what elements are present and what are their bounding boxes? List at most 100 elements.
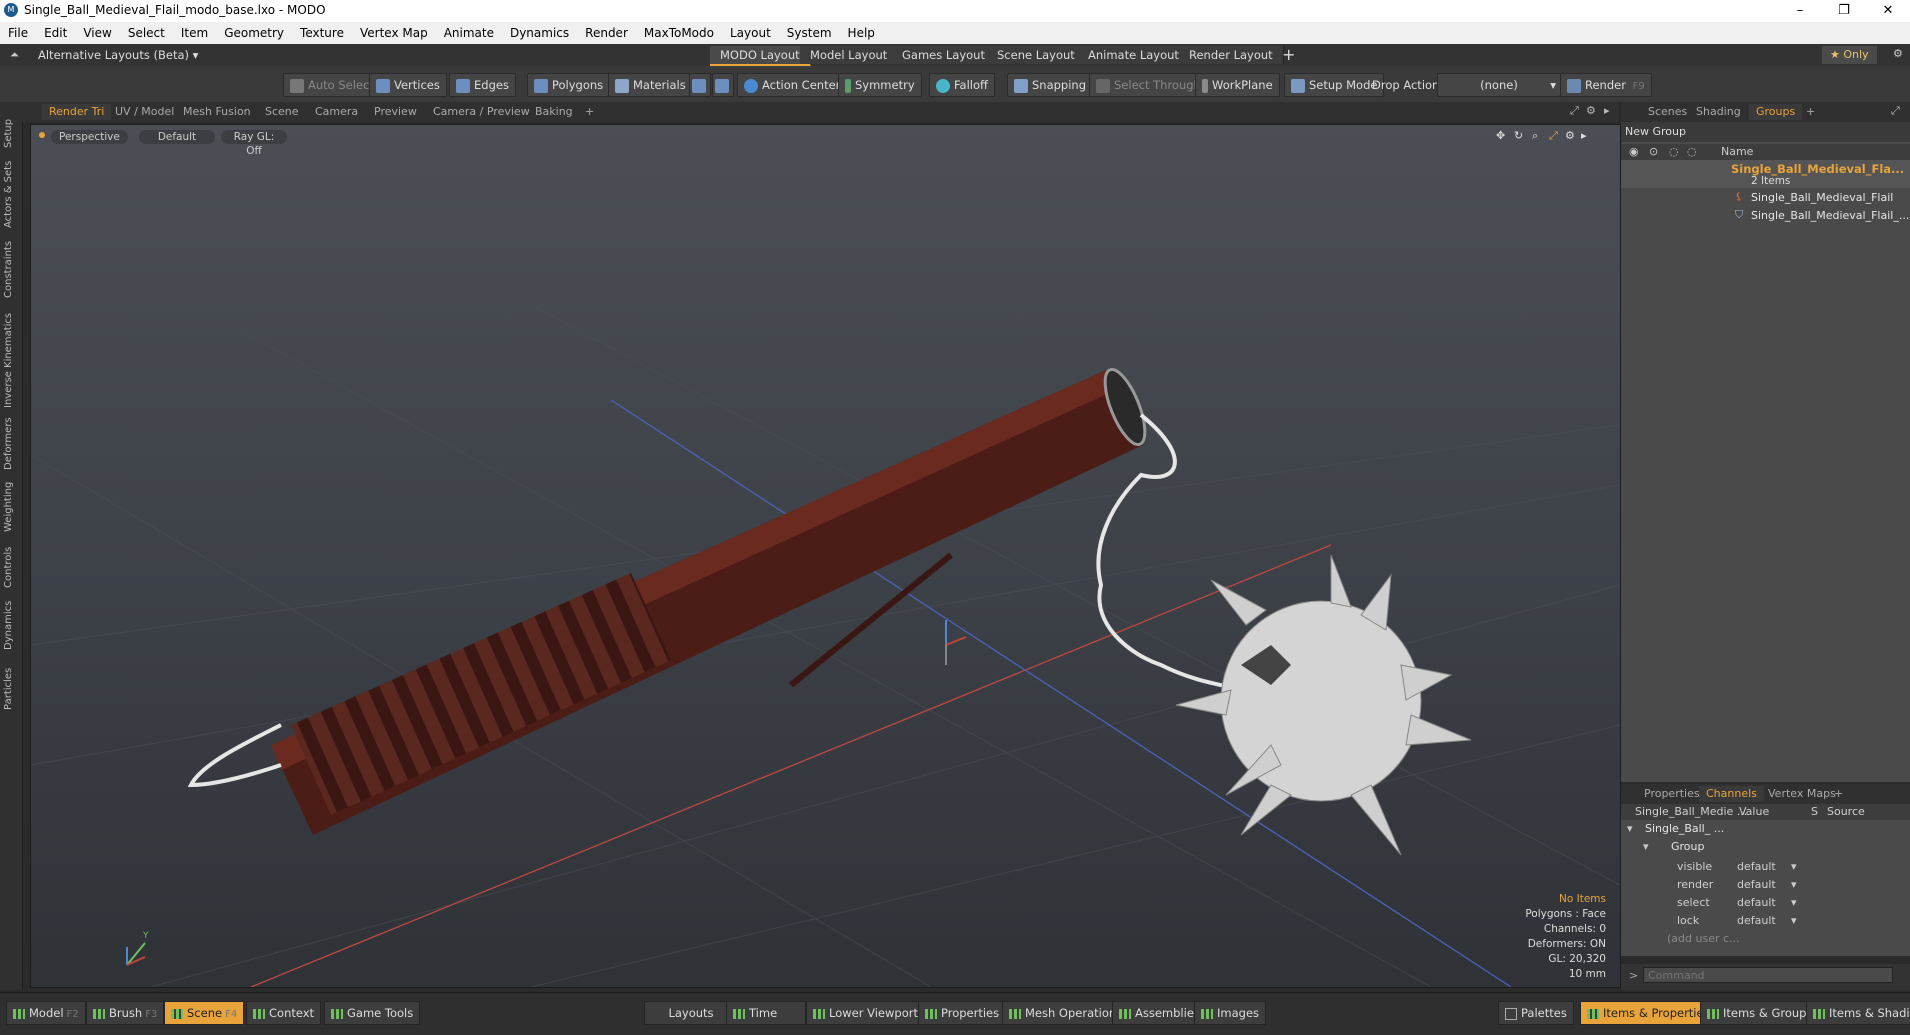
tab-groups[interactable]: Groups (1749, 104, 1803, 120)
tab-render-tri[interactable]: Render Tri (42, 104, 112, 120)
menu-system[interactable]: System (779, 22, 840, 44)
tab-baking[interactable]: Baking (528, 104, 580, 120)
vertices-button[interactable]: Vertices (369, 73, 447, 97)
menu-select[interactable]: Select (120, 22, 173, 44)
materials-button[interactable]: Materials (608, 73, 693, 97)
items-properties-button[interactable]: Items & Properties (1580, 1001, 1717, 1025)
time-button[interactable]: Time (726, 1001, 806, 1025)
only-toggle[interactable]: ★ Only (1822, 46, 1877, 64)
menu-file[interactable]: File (0, 22, 36, 44)
channel-lock-value[interactable]: default (1737, 914, 1776, 927)
add-channel-tab-button[interactable]: + (1827, 786, 1850, 802)
add-panel-tab-button[interactable]: + (1799, 104, 1822, 120)
gear-icon[interactable]: ⚙ (1893, 47, 1903, 60)
maximize-button[interactable]: ❐ (1822, 0, 1866, 22)
edges-button[interactable]: Edges (449, 73, 516, 97)
menu-edit[interactable]: Edit (36, 22, 75, 44)
chevron-right-icon[interactable]: ▸ (1604, 104, 1610, 117)
properties-button[interactable]: Properties (918, 1001, 1007, 1025)
vtab-weighting[interactable]: Weighting (3, 480, 19, 532)
chevron-down-icon[interactable]: ▾ (1791, 914, 1797, 927)
channel-render-value[interactable]: default (1737, 878, 1776, 891)
channel-row-visible[interactable]: visible default ▾ (1621, 858, 1910, 876)
add-user-channel[interactable]: (add user c... (1667, 932, 1740, 945)
lock-icon[interactable]: ⊙ (1649, 145, 1658, 158)
rotate-icon[interactable]: ↻ (1514, 129, 1523, 142)
chevron-down-icon[interactable]: ▾ (1791, 860, 1797, 873)
shading-dropdown[interactable]: Default (139, 130, 215, 144)
select-through-button[interactable]: Select Through (1089, 73, 1208, 97)
menu-layout[interactable]: Layout (722, 22, 779, 44)
menu-dynamics[interactable]: Dynamics (502, 22, 577, 44)
vtab-actors-sets[interactable]: Actors & Sets (3, 158, 19, 228)
zoom-icon[interactable]: ⌕ (1532, 129, 1538, 143)
tab-camera-preview[interactable]: Camera / Preview (426, 104, 537, 120)
raygl-toggle[interactable]: Ray GL: Off (221, 130, 287, 157)
tab-shading[interactable]: Shading (1689, 104, 1748, 120)
fit-view-icon[interactable]: ⤢ (1549, 129, 1558, 143)
tab-properties[interactable]: Properties (1637, 786, 1707, 802)
vtab-particles[interactable]: Particles (3, 660, 19, 710)
vtab-setup[interactable]: Setup (3, 108, 19, 148)
channel-item-name[interactable]: Single_Ball_ ... (1645, 822, 1724, 835)
channel-row-select[interactable]: select default ▾ (1621, 894, 1910, 912)
gear-icon[interactable]: ⚙ (1565, 129, 1575, 142)
select-mode-b-button[interactable] (712, 73, 734, 97)
auto-select-button[interactable]: Auto Select (283, 73, 381, 97)
falloff-button[interactable]: Falloff (929, 73, 995, 97)
tab-scene[interactable]: Scene (258, 104, 306, 120)
channel-row-render[interactable]: render default ▾ (1621, 876, 1910, 894)
chevron-down-icon[interactable]: ▾ (1791, 896, 1797, 909)
game-tools-button[interactable]: Game Tools (324, 1001, 421, 1025)
tab-preview[interactable]: Preview (367, 104, 424, 120)
tab-camera[interactable]: Camera (308, 104, 365, 120)
menu-view[interactable]: View (75, 22, 119, 44)
layouts-button[interactable]: Layouts (644, 1001, 738, 1025)
menu-geometry[interactable]: Geometry (216, 22, 292, 44)
render-button[interactable]: Render F9 (1560, 73, 1652, 97)
add-layout-button[interactable]: + (1282, 45, 1295, 64)
maximize-viewport-icon[interactable]: ⤢ (1570, 104, 1579, 118)
vtab-constraints[interactable]: Constraints (3, 238, 19, 298)
pan-icon[interactable]: ✥ (1496, 129, 1505, 142)
tab-uv-model[interactable]: UV / Model (108, 104, 181, 120)
add-tab-button[interactable]: + (578, 104, 601, 120)
expand-icon[interactable]: ▾ (1627, 822, 1633, 835)
3d-viewport[interactable]: Perspective Default Ray GL: Off ✥ ↻ ⌕ ⤢ … (30, 124, 1621, 988)
menu-vertex-map[interactable]: Vertex Map (352, 22, 436, 44)
snapping-button[interactable]: Snapping (1007, 73, 1094, 97)
layout-selector[interactable]: Alternative Layouts (Beta) ▾ (38, 48, 198, 62)
perspective-dropdown[interactable]: Perspective (51, 130, 128, 144)
channel-row-lock[interactable]: lock default ▾ (1621, 912, 1910, 930)
images-button[interactable]: Images (1194, 1001, 1267, 1025)
menu-texture[interactable]: Texture (292, 22, 352, 44)
minimize-button[interactable]: – (1778, 0, 1822, 22)
workplane-button[interactable]: WorkPlane (1195, 73, 1280, 97)
tab-render-layout[interactable]: Render Layout (1179, 46, 1284, 64)
eye-icon[interactable]: ◉ (1629, 145, 1639, 158)
tab-animate-layout[interactable]: Animate Layout (1078, 46, 1190, 64)
new-group-button[interactable]: New Group (1621, 122, 1910, 142)
tab-channels[interactable]: Channels (1699, 786, 1764, 802)
mesh-operations-button[interactable]: Mesh Operations (1002, 1001, 1130, 1025)
assemblies-button[interactable]: Assemblies (1112, 1001, 1207, 1025)
viewport-options-icon[interactable] (39, 132, 45, 138)
menu-maxtomodo[interactable]: MaxToModo (636, 22, 722, 44)
menu-item[interactable]: Item (173, 22, 216, 44)
setup-mode-button[interactable]: Setup Mode (1284, 73, 1385, 97)
tab-model-layout[interactable]: Model Layout (800, 46, 899, 64)
vtab-controls[interactable]: Controls (3, 542, 19, 588)
symmetry-button[interactable]: Symmetry (838, 73, 922, 97)
close-button[interactable]: ✕ (1866, 0, 1910, 22)
vtab-inverse-kinematics[interactable]: Inverse Kinematics (3, 308, 19, 408)
menu-render[interactable]: Render (577, 22, 636, 44)
maximize-panel-icon[interactable]: ⤢ (1891, 104, 1900, 118)
group-row-mesh[interactable]: ⚸ Single_Ball_Medieval_Flail (1621, 190, 1910, 206)
tab-scene-layout[interactable]: Scene Layout (987, 46, 1086, 64)
select-toggle-icon[interactable]: ◌ (1687, 145, 1697, 158)
polygons-button[interactable]: Polygons (527, 73, 611, 97)
tab-mesh-fusion[interactable]: Mesh Fusion (176, 104, 258, 120)
gear-icon[interactable]: ⚙ (1586, 104, 1596, 117)
select-mode-a-button[interactable] (689, 73, 711, 97)
channel-group-name[interactable]: Group (1671, 840, 1705, 853)
